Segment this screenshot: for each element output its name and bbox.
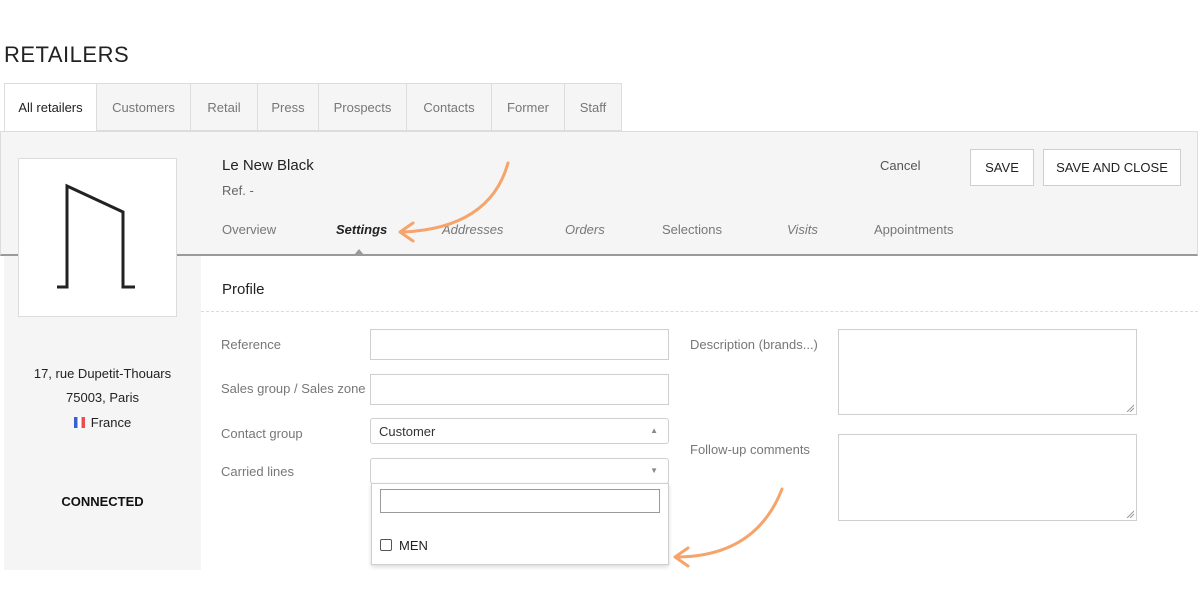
annotation-arrows [398,161,784,568]
arrow-to-settings-icon [398,161,510,243]
arrow-to-men-option-icon [673,487,784,568]
